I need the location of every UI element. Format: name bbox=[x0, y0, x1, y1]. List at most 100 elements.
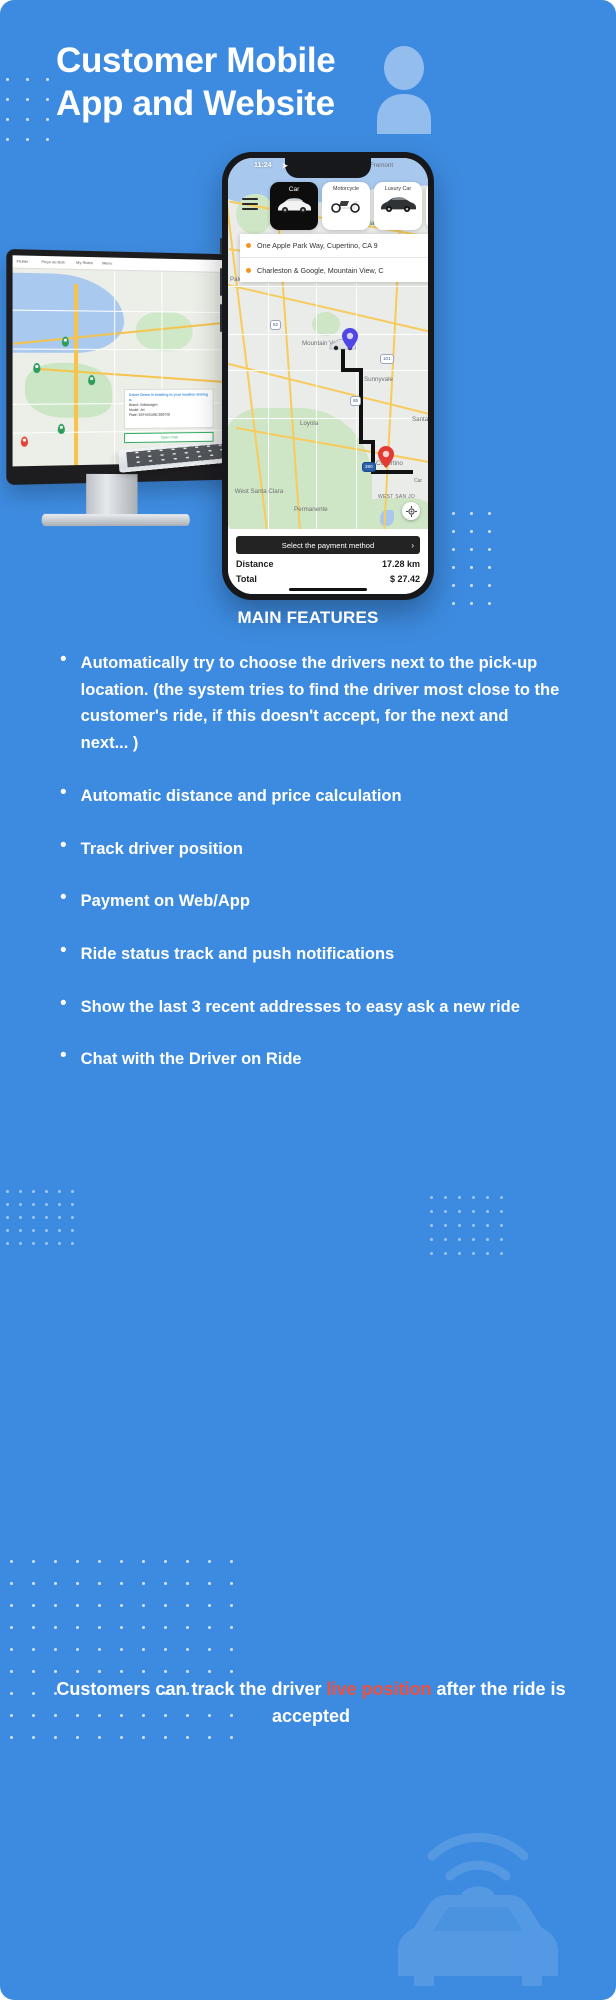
vehicle-tab-suv[interactable]: SUV bbox=[426, 182, 428, 230]
device-mockups: Flutter Peça ao Bob My Rides Menu Driver… bbox=[0, 140, 616, 610]
feature-item: • Show the last 3 recent addresses to eas… bbox=[60, 993, 560, 1021]
map-pin-destination[interactable] bbox=[20, 436, 29, 447]
driver-info-card: Driver Demo is heading to your location … bbox=[124, 388, 214, 430]
vehicle-tab-car-label: Car bbox=[288, 186, 300, 193]
browser-tab-3[interactable]: Menu bbox=[102, 260, 112, 265]
map-reservoir bbox=[380, 510, 394, 526]
map-pin[interactable] bbox=[57, 423, 65, 435]
footer-highlight: live position bbox=[326, 1679, 432, 1699]
car-wifi-tracking-icon bbox=[378, 1780, 578, 1990]
main-features-heading: MAIN FEATURES bbox=[237, 608, 379, 627]
distance-row: Distance 17.28 km bbox=[236, 559, 420, 569]
phone-status-bar: 11:24 ➤ bbox=[228, 160, 428, 174]
payment-panel: Select the payment method › Distance 17.… bbox=[228, 529, 428, 594]
vehicle-type-tabs: Car Motorcycle Luxury Car bbox=[270, 182, 428, 230]
luxury-car-icon bbox=[379, 192, 417, 219]
feature-item: • Automatically try to choose the drivers… bbox=[60, 649, 560, 757]
map-street bbox=[228, 418, 428, 419]
map-shield-82: 82 bbox=[270, 320, 282, 330]
open-chat-button[interactable]: Open Chat bbox=[124, 431, 214, 444]
feature-item: • Chat with the Driver on Ride bbox=[60, 1045, 560, 1073]
map-street bbox=[268, 258, 269, 538]
bullet-icon: • bbox=[60, 781, 67, 803]
footer-statement: Customers can track the driver live posi… bbox=[46, 1676, 576, 1730]
route-segment bbox=[359, 368, 363, 444]
my-location-icon[interactable] bbox=[402, 502, 420, 520]
address-dropoff-text: Charleston & Google, Mountain View, C bbox=[257, 265, 384, 275]
motorcycle-icon bbox=[329, 192, 363, 219]
distance-value: 17.28 km bbox=[381, 559, 420, 569]
driver-plate-row: Plate: 5SF4431ABC856708 bbox=[129, 413, 209, 419]
feature-item-text: Show the last 3 recent addresses to easy… bbox=[80, 997, 520, 1016]
phone-mute-switch[interactable] bbox=[220, 238, 222, 254]
phone-volume-up-button[interactable] bbox=[220, 268, 222, 296]
total-value: $ 27.42 bbox=[389, 574, 420, 584]
header: Customer Mobile App and Website bbox=[0, 24, 616, 144]
home-indicator bbox=[289, 588, 367, 591]
map-shield-101: 101 bbox=[380, 354, 394, 364]
map-label-west-san-jose: WEST SAN JO bbox=[378, 494, 416, 500]
address-row-dropoff[interactable]: Charleston & Google, Mountain View, C ✕ bbox=[240, 258, 428, 282]
pickup-pin-marker[interactable] bbox=[342, 328, 358, 355]
bullet-icon: • bbox=[60, 649, 67, 670]
map-street bbox=[228, 334, 428, 335]
page-title-line2: App and Website bbox=[56, 83, 335, 123]
driver-brand-value: Volkswagen bbox=[139, 403, 158, 408]
browser-tab-2[interactable]: My Rides bbox=[76, 260, 93, 265]
monitor-stand bbox=[86, 473, 138, 519]
address-row-pickup[interactable]: One Apple Park Way, Cupertino, CA 9 ✕ bbox=[240, 234, 428, 258]
total-label: Total bbox=[236, 574, 257, 584]
bullet-icon: • bbox=[60, 940, 67, 962]
map-street bbox=[114, 270, 116, 467]
select-payment-method-button[interactable]: Select the payment method › bbox=[236, 536, 420, 554]
map-pin[interactable] bbox=[88, 375, 96, 386]
feature-item: • Automatic distance and price calculatio… bbox=[60, 781, 560, 810]
feature-item-text: Chat with the Driver on Ride bbox=[80, 1050, 302, 1069]
dot-pattern-mid-right bbox=[430, 1196, 510, 1258]
address-list: One Apple Park Way, Cupertino, CA 9 ✕ Ch… bbox=[240, 234, 428, 282]
car-icon bbox=[275, 193, 313, 220]
bullet-icon: • bbox=[60, 887, 67, 909]
map-street bbox=[228, 286, 428, 287]
infographic-page: Customer Mobile App and Website Flutter … bbox=[0, 0, 616, 2000]
address-pickup-text: One Apple Park Way, Cupertino, CA 9 bbox=[257, 241, 378, 250]
driver-plate-label: Plate: bbox=[129, 413, 138, 418]
feature-item-text: Automatically try to choose the drivers … bbox=[80, 654, 560, 753]
map-label-sunnyvale: Sunnyvale bbox=[364, 376, 393, 383]
browser-tab-1[interactable]: Peça ao Bob bbox=[41, 259, 64, 265]
phone-mockup: Fremont Palo Alto Mountain View Sunnyval… bbox=[220, 152, 434, 600]
map-shield-85: 85 bbox=[350, 396, 362, 406]
phone-volume-down-button[interactable] bbox=[220, 304, 222, 332]
feature-item: • Track driver position bbox=[60, 835, 560, 863]
vehicle-tab-luxury-car[interactable]: Luxury Car bbox=[374, 182, 422, 230]
dropoff-dot-icon bbox=[246, 267, 251, 273]
page-title: Customer Mobile App and Website bbox=[56, 40, 386, 125]
feature-item: • Ride status track and push notification… bbox=[60, 940, 560, 968]
vehicle-tab-motorcycle[interactable]: Motorcycle bbox=[322, 182, 370, 230]
map-label-santa: Santa bbox=[412, 416, 428, 423]
total-row: Total $ 27.42 bbox=[236, 574, 420, 584]
map-pin[interactable] bbox=[61, 336, 69, 347]
phone-screen: Fremont Palo Alto Mountain View Sunnyval… bbox=[228, 158, 428, 594]
user-avatar-icon bbox=[373, 44, 435, 134]
vehicle-tab-car[interactable]: Car bbox=[270, 182, 318, 230]
driver-brand-label: Brand: bbox=[129, 403, 139, 408]
monitor-base bbox=[41, 513, 190, 527]
main-features-list: • Automatically try to choose the drivers… bbox=[60, 649, 560, 1099]
driver-model-label: Model: bbox=[129, 408, 140, 413]
desktop-map[interactable]: Driver Demo is heading to your location … bbox=[12, 268, 246, 467]
map-street bbox=[228, 370, 428, 371]
hamburger-menu-icon[interactable] bbox=[242, 198, 258, 213]
map-label-west-santa-clara: West Santa Clara bbox=[234, 488, 284, 495]
feature-item: • Payment on Web/App bbox=[60, 887, 560, 915]
page-title-line1: Customer Mobile bbox=[56, 41, 336, 80]
bullet-icon: • bbox=[60, 1045, 67, 1067]
monitor-screen: Flutter Peça ao Bob My Rides Menu Driver… bbox=[12, 255, 246, 467]
map-pin[interactable] bbox=[33, 362, 41, 374]
dot-pattern-mid-left bbox=[6, 1190, 76, 1260]
driver-model-value: Jet bbox=[140, 408, 145, 413]
feature-item-text: Ride status track and push notifications bbox=[80, 945, 395, 964]
browser-tab-0[interactable]: Flutter bbox=[17, 258, 29, 263]
destination-pin-marker[interactable] bbox=[378, 446, 394, 473]
map-label-car: Car bbox=[414, 478, 423, 484]
